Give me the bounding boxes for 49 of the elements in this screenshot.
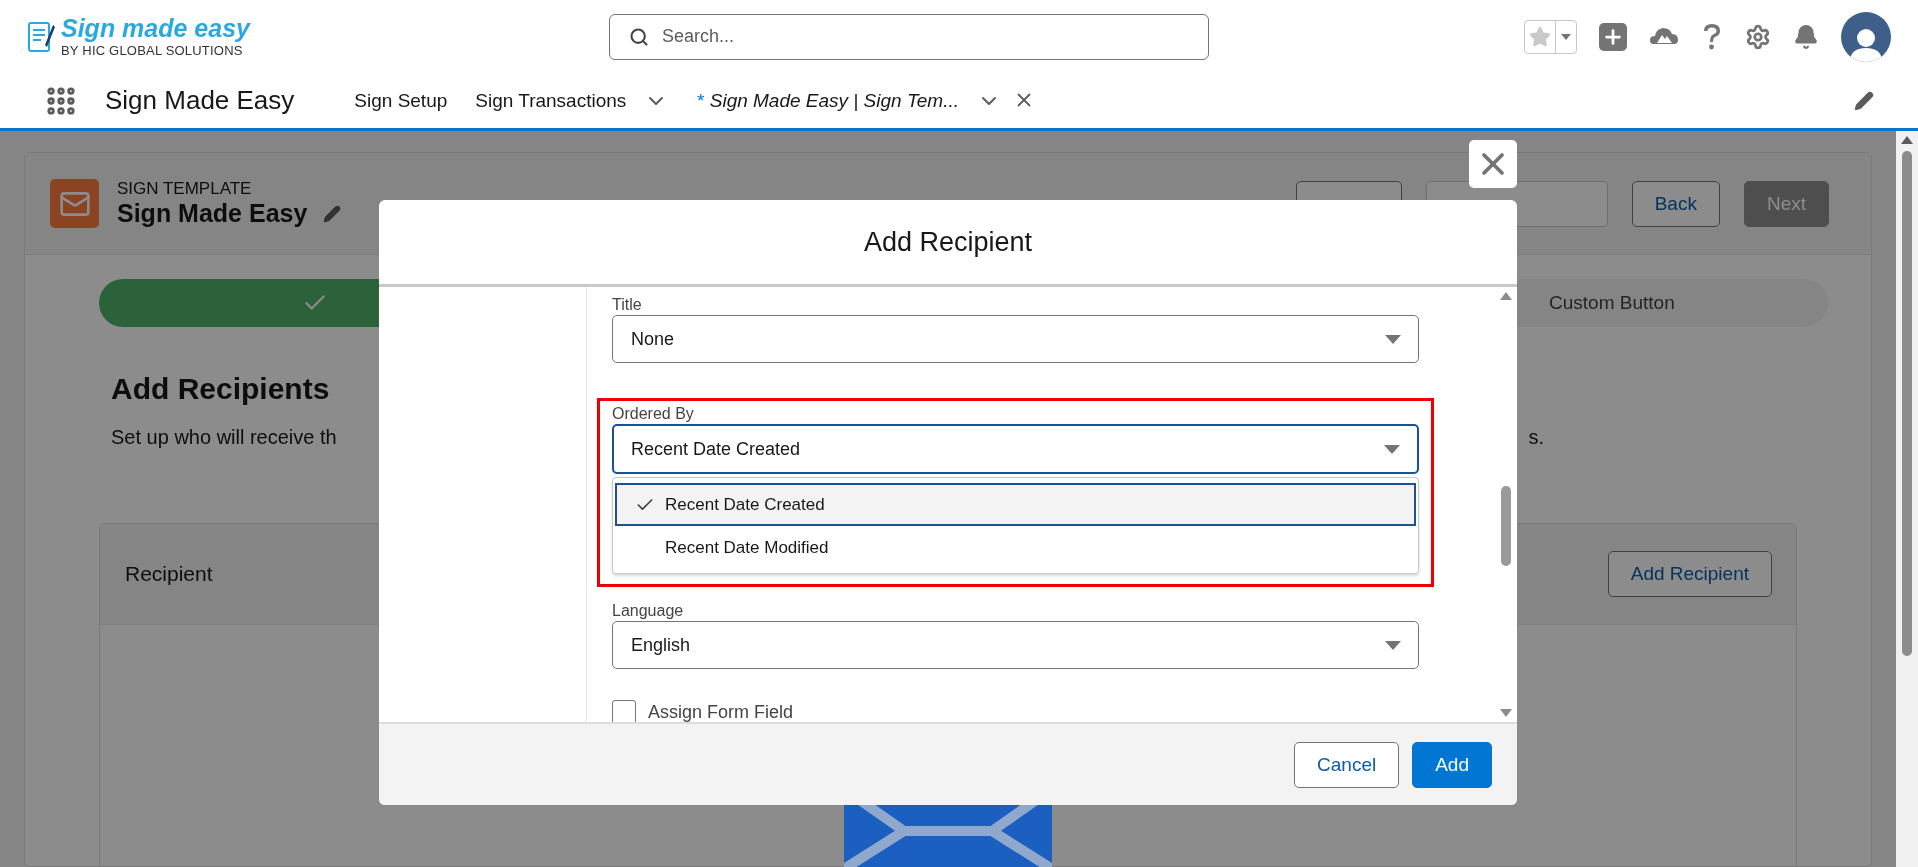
select-field[interactable]: Recent Date Created bbox=[612, 424, 1419, 474]
help-icon[interactable] bbox=[1701, 21, 1723, 52]
dialog-button[interactable]: Cancel bbox=[1294, 741, 1400, 788]
scroll-up-icon[interactable] bbox=[1499, 291, 1513, 301]
caret-icon bbox=[1383, 443, 1401, 455]
add-button[interactable] bbox=[1599, 22, 1627, 51]
card-title: Recipient bbox=[125, 562, 213, 586]
section-description: Set up who will receive th bbox=[111, 426, 337, 449]
section-description: s. bbox=[1528, 426, 1544, 449]
field-label: Language bbox=[612, 603, 685, 618]
app-name: Sign Made Easy bbox=[105, 85, 295, 116]
scroll-up-icon[interactable] bbox=[1900, 135, 1914, 145]
scrollbar[interactable] bbox=[1896, 131, 1918, 867]
caret-icon bbox=[1384, 639, 1402, 651]
field-label: Title bbox=[612, 297, 643, 312]
mail-icon bbox=[50, 179, 99, 228]
object-type: SIGN TEMPLATE bbox=[117, 179, 253, 199]
header-button[interactable]: Back bbox=[1631, 180, 1720, 227]
checkbox[interactable] bbox=[612, 700, 636, 722]
dialog-title: Add Recipient bbox=[863, 226, 1033, 258]
scrollbar-thumb[interactable] bbox=[1902, 151, 1912, 656]
settings-icon[interactable] bbox=[1745, 23, 1771, 50]
select-field[interactable]: None bbox=[612, 315, 1419, 363]
add-recipient-button[interactable]: Add Recipient bbox=[1607, 551, 1772, 597]
search-icon bbox=[629, 26, 649, 47]
bell-icon[interactable] bbox=[1793, 23, 1819, 50]
edit-icon[interactable] bbox=[323, 204, 342, 223]
logo-name: Sign made easy bbox=[61, 16, 250, 41]
close-button[interactable] bbox=[1469, 140, 1517, 188]
nav-tab[interactable]: Sign Transactions bbox=[463, 73, 685, 128]
dropdown-option[interactable]: Recent Date Created bbox=[615, 483, 1416, 526]
star-icon bbox=[1529, 25, 1551, 48]
caret-icon bbox=[1560, 32, 1572, 41]
section-heading: Add Recipients bbox=[111, 372, 331, 406]
caret-icon bbox=[1384, 333, 1402, 345]
dropdown-option[interactable]: Recent Date Modified bbox=[615, 526, 1416, 569]
edit-icon[interactable] bbox=[1854, 90, 1874, 111]
nav-tab[interactable]: * Sign Made Easy | Sign Tem... bbox=[684, 73, 1051, 128]
dialog-button[interactable]: Add bbox=[1412, 741, 1492, 788]
search-field[interactable]: Search... bbox=[609, 13, 1209, 60]
select-field[interactable]: English bbox=[612, 621, 1419, 669]
scroll-down-icon[interactable] bbox=[1499, 708, 1513, 718]
logo-tagline: BY HIC GLOBAL SOLUTIONS bbox=[61, 44, 244, 57]
user-avatar[interactable] bbox=[1841, 11, 1891, 62]
checkbox-label: Assign Form Field bbox=[648, 701, 794, 722]
record-title: Sign Made Easy bbox=[117, 199, 308, 228]
field-label: Ordered By bbox=[612, 406, 695, 421]
nav-tab[interactable]: Sign Setup bbox=[342, 73, 464, 128]
scrollbar-thumb[interactable] bbox=[1501, 486, 1511, 566]
